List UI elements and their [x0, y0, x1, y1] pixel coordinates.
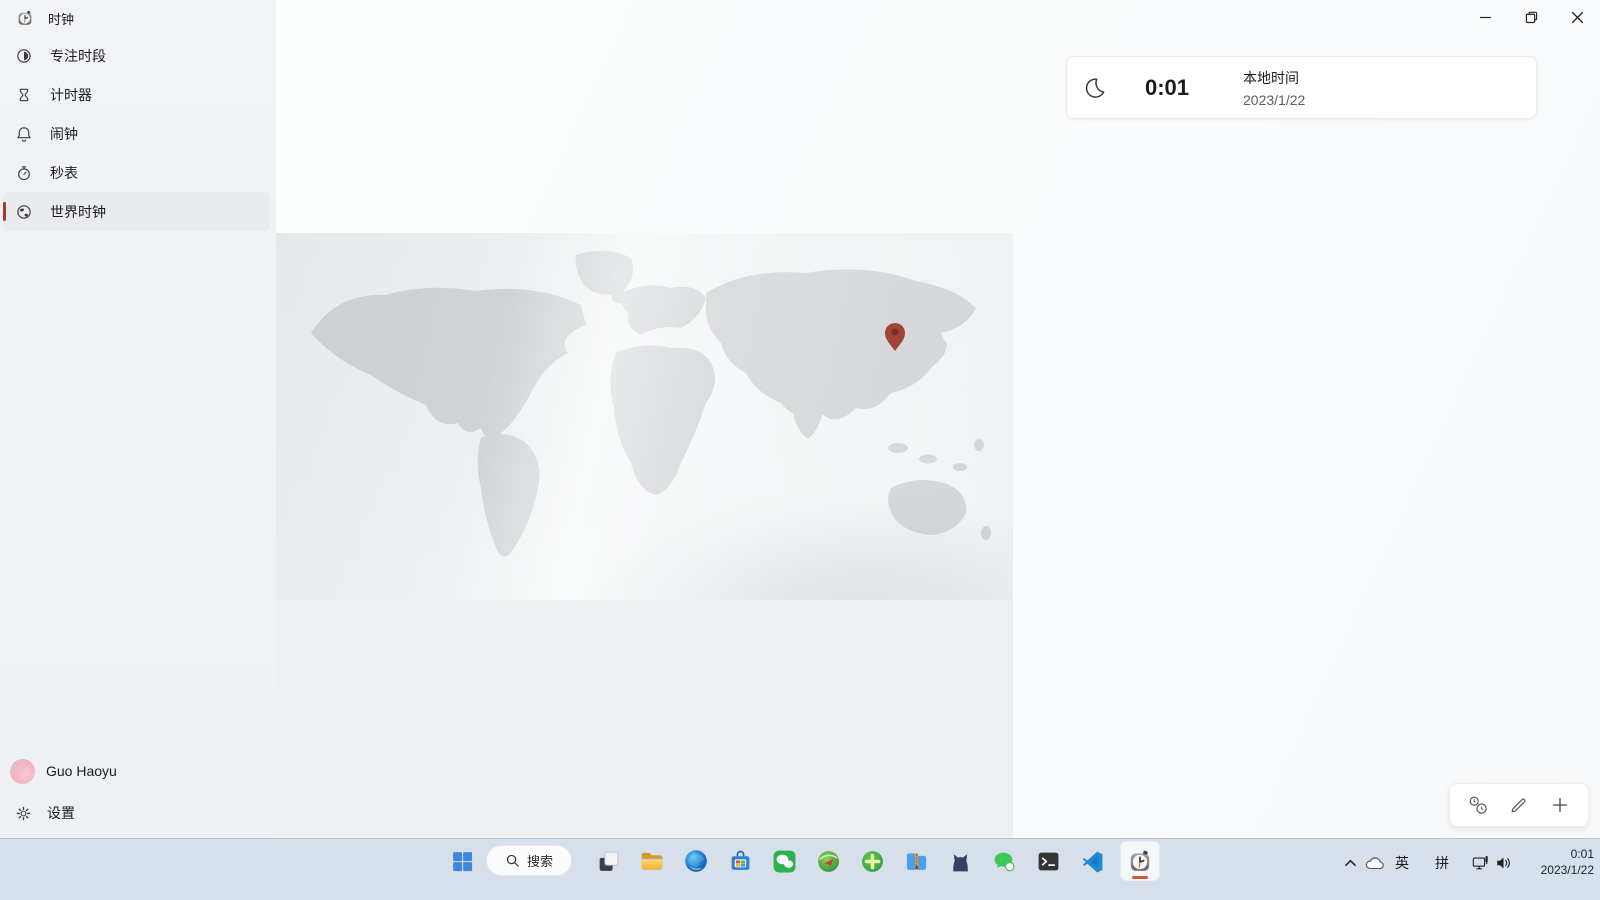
user-account[interactable]: Guo Haoyu [10, 757, 117, 785]
sidebar-item-timer[interactable]: 计时器 [3, 75, 270, 114]
alarm-icon [13, 123, 35, 145]
sidebar: 时钟 专注时段 [0, 0, 276, 838]
local-time-value: 0:01 [1145, 75, 1201, 101]
local-time-card[interactable]: 0:01 本地时间 2023/1/22 [1066, 56, 1537, 119]
sidebar-nav: 专注时段 计时器 [3, 36, 270, 231]
tray-date: 2023/1/22 [1530, 863, 1594, 879]
compare-times-icon [1468, 795, 1488, 815]
cloud-icon [1365, 856, 1385, 871]
search-icon [505, 853, 520, 868]
taskbar-app-clock-active[interactable] [1120, 841, 1160, 881]
sidebar-item-alarm[interactable]: 闹钟 [3, 114, 270, 153]
terminal-icon [1036, 849, 1061, 874]
chat-bubble-icon [992, 849, 1017, 874]
sidebar-item-world-clock[interactable]: 世界时钟 [3, 192, 270, 231]
taskbar-app-terminal[interactable] [1028, 841, 1068, 881]
search-label: 搜索 [527, 851, 553, 870]
world-clock-icon [13, 201, 35, 223]
taskbar-search[interactable]: 搜索 [486, 845, 572, 876]
taskbar-app-antivirus[interactable] [852, 841, 892, 881]
clock-app-icon [14, 7, 36, 29]
start-button[interactable] [442, 841, 482, 881]
microsoft-store-icon [728, 849, 753, 874]
local-time-label: 本地时间 [1243, 68, 1305, 88]
world-clock-toolbar [1449, 783, 1589, 827]
gear-icon [14, 804, 32, 822]
system-tray: 英 拼 0:01 2023/1/22 [1343, 845, 1594, 881]
edit-button[interactable] [1501, 787, 1537, 823]
clock-app-window: 时钟 专注时段 [0, 0, 1600, 838]
sidebar-item-stopwatch[interactable]: 秒表 [3, 153, 270, 192]
add-city-button[interactable] [1542, 787, 1578, 823]
cat-app-icon [948, 849, 973, 874]
sidebar-item-label: 专注时段 [50, 46, 106, 66]
tablet-display-icon [1471, 854, 1490, 872]
restore-icon [1525, 11, 1538, 24]
task-view-icon [596, 849, 621, 874]
taskbar-app-clash[interactable] [940, 841, 980, 881]
tray-clock[interactable]: 0:01 2023/1/22 [1530, 847, 1594, 878]
avatar [10, 759, 35, 784]
tray-ime-pinyin[interactable]: 拼 [1434, 853, 1450, 873]
world-map [276, 233, 1013, 600]
world-map-svg [276, 233, 1013, 600]
window-controls [1462, 0, 1600, 34]
moon-icon [1083, 76, 1107, 100]
taskbar-app-vscode[interactable] [1072, 841, 1112, 881]
local-time-date: 2023/1/22 [1243, 92, 1305, 108]
focus-sessions-icon [13, 45, 35, 67]
taskbar: 搜索 [0, 838, 1600, 900]
minimize-button[interactable] [1462, 0, 1508, 34]
stopwatch-icon [13, 162, 35, 184]
taskbar-app-download-manager[interactable] [808, 841, 848, 881]
sidebar-item-label: 世界时钟 [50, 202, 106, 222]
file-explorer-icon [639, 848, 665, 874]
edge-browser-icon [683, 848, 709, 874]
minimize-icon [1479, 11, 1492, 24]
plus-icon [1550, 795, 1570, 815]
tray-chevron-up[interactable] [1343, 858, 1357, 868]
sidebar-item-label: 闹钟 [50, 124, 78, 144]
speaker-icon [1494, 854, 1513, 872]
close-icon [1571, 11, 1584, 24]
world-clock-page: 0:01 本地时间 2023/1/22 [276, 0, 1600, 838]
sidebar-item-settings[interactable]: 设置 [10, 798, 75, 828]
taskbar-app-archiver[interactable] [896, 841, 936, 881]
antivirus-icon [860, 849, 885, 874]
settings-label: 设置 [47, 803, 75, 823]
chevron-up-icon [1344, 858, 1357, 868]
tray-display-pen[interactable] [1470, 854, 1490, 872]
download-manager-globe-icon [816, 849, 841, 874]
screen: 时钟 专注时段 [0, 0, 1600, 900]
windows-start-icon [450, 849, 475, 874]
tray-onedrive[interactable] [1365, 856, 1385, 871]
taskbar-app-edge[interactable] [676, 841, 716, 881]
sidebar-item-label: 计时器 [50, 85, 92, 105]
sidebar-item-focus-sessions[interactable]: 专注时段 [3, 36, 270, 75]
wechat-icon [772, 849, 797, 874]
taskbar-app-microsoft-store[interactable] [720, 841, 760, 881]
tray-volume[interactable] [1493, 854, 1513, 872]
restore-button[interactable] [1508, 0, 1554, 34]
close-button[interactable] [1554, 0, 1600, 34]
app-title: 时钟 [14, 8, 74, 28]
taskbar-app-messenger[interactable] [984, 841, 1024, 881]
sidebar-item-label: 秒表 [50, 163, 78, 183]
user-name: Guo Haoyu [46, 763, 117, 779]
archiver-zip-folder-icon [904, 849, 929, 874]
taskbar-apps: 搜索 [442, 841, 1164, 881]
tray-time: 0:01 [1530, 847, 1594, 863]
taskbar-app-wechat[interactable] [764, 841, 804, 881]
map-lower-panel [276, 600, 1013, 838]
app-title-label: 时钟 [48, 9, 74, 28]
timer-icon [13, 84, 35, 106]
tray-lang-english[interactable]: 英 [1394, 853, 1410, 873]
taskbar-app-task-view[interactable] [588, 841, 628, 881]
clock-app-icon [1127, 848, 1153, 874]
taskbar-app-file-explorer[interactable] [632, 841, 672, 881]
vscode-icon [1080, 849, 1105, 874]
compare-times-button[interactable] [1460, 787, 1496, 823]
edit-pencil-icon [1509, 795, 1529, 815]
